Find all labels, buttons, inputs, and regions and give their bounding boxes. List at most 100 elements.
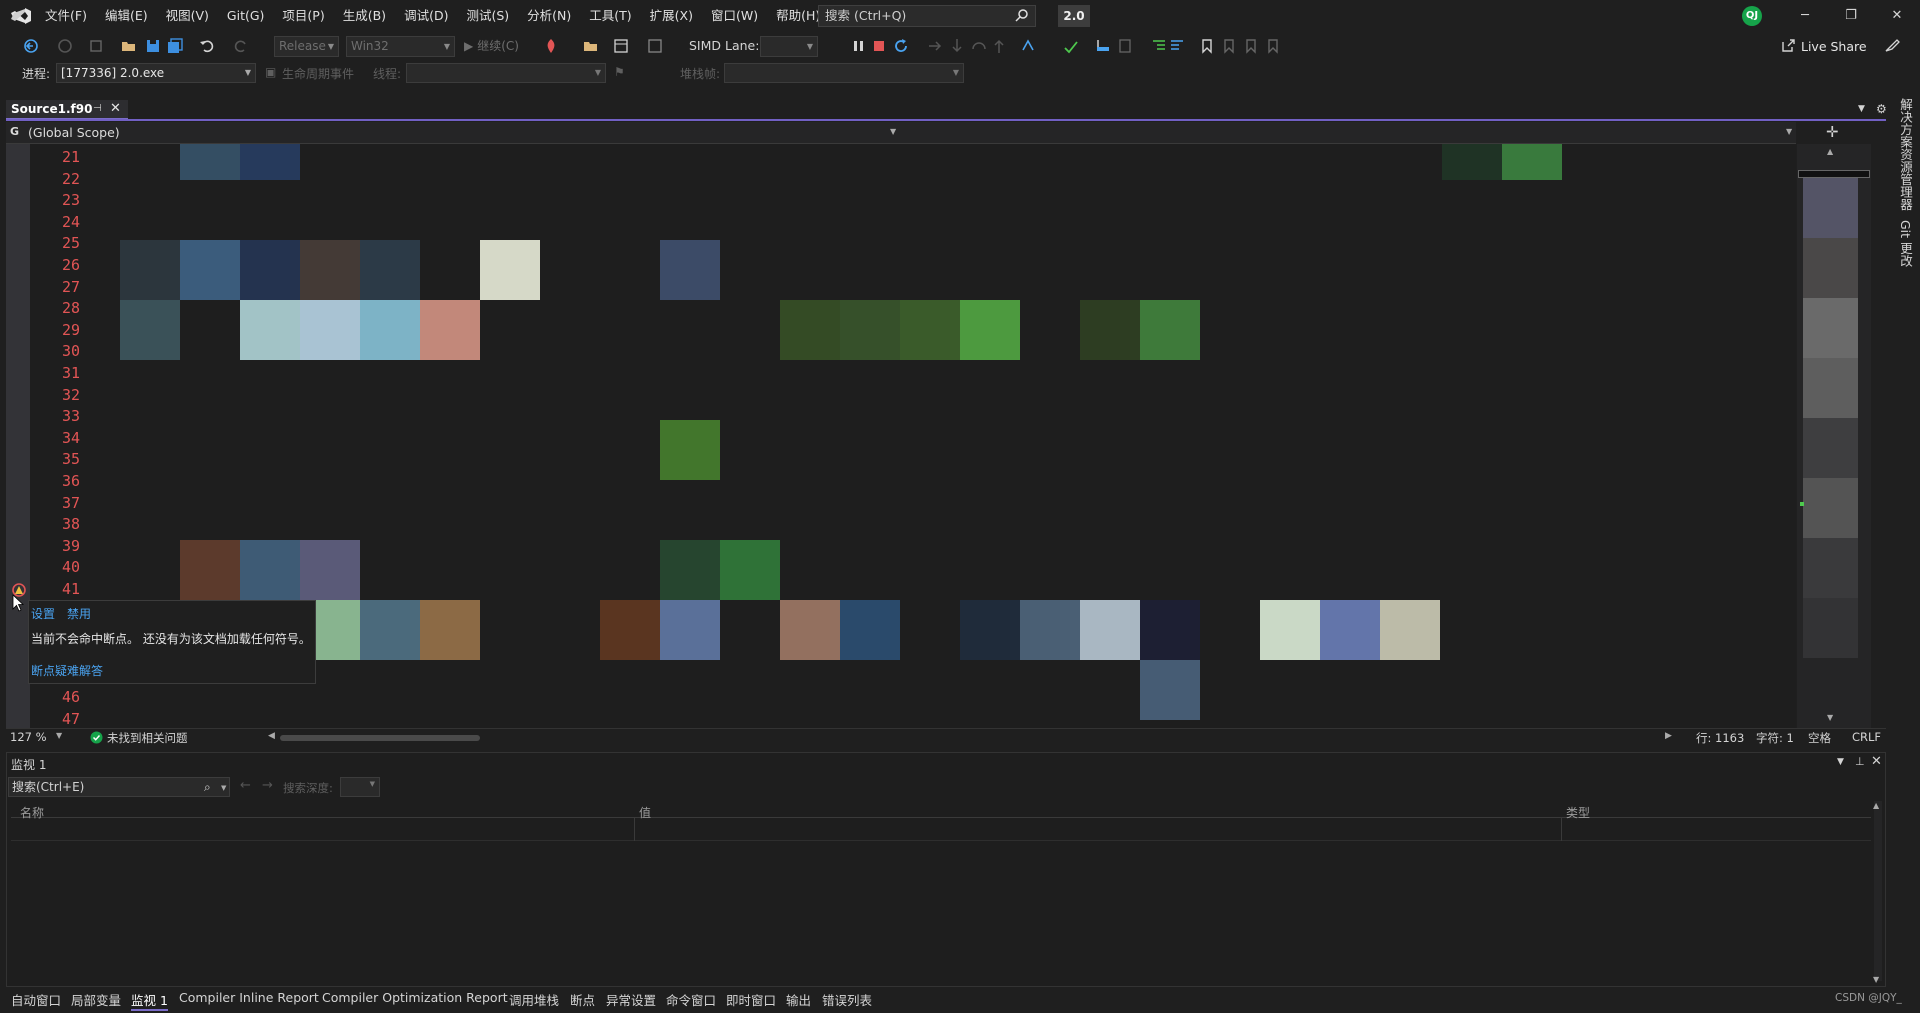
panel-pin-icon[interactable]: ⊥ xyxy=(1855,755,1865,768)
tab-locals[interactable]: 局部变量 xyxy=(71,990,121,1009)
menu-test[interactable]: 测试(S) xyxy=(457,4,518,28)
indent-icon[interactable] xyxy=(1150,37,1168,55)
breakpoint-troubleshoot-link[interactable]: 断点疑难解答 xyxy=(31,662,103,679)
scope-dropdown[interactable]: (Global Scope) xyxy=(28,125,120,140)
step-out-icon[interactable] xyxy=(990,37,1008,55)
global-search-box[interactable]: 搜索 (Ctrl+Q) xyxy=(818,5,1036,27)
hex-display-icon[interactable] xyxy=(1020,37,1038,55)
continue-button[interactable]: ▶ 继续(C) xyxy=(464,37,519,54)
breakpoint-settings-link[interactable]: 设置 xyxy=(31,605,55,622)
visual-studio-logo-icon[interactable] xyxy=(10,7,32,25)
horizontal-scroll-thumb[interactable] xyxy=(280,735,480,741)
menu-debug[interactable]: 调试(D) xyxy=(395,4,457,28)
close-window-button[interactable]: ✕ xyxy=(1874,0,1920,32)
char-position[interactable]: 字符: 1 xyxy=(1756,730,1794,746)
whitespace-mode[interactable]: 空格 xyxy=(1808,730,1831,746)
solution-config-badge[interactable]: 2.0 xyxy=(1058,5,1090,27)
tab-command-window[interactable]: 命令窗口 xyxy=(666,990,716,1009)
restart-icon[interactable] xyxy=(892,37,910,55)
live-share-button[interactable]: Live Share xyxy=(1780,38,1867,54)
undo-icon[interactable] xyxy=(198,37,216,55)
search-depth-dropdown[interactable]: ▼ xyxy=(340,777,380,797)
zoom-level[interactable]: 127 % xyxy=(10,730,47,744)
menu-build[interactable]: 生成(B) xyxy=(334,4,395,28)
step-over-icon[interactable] xyxy=(970,37,988,55)
thread-dropdown[interactable]: ▼ xyxy=(406,63,606,83)
stack-frame-dropdown[interactable]: ▼ xyxy=(724,63,964,83)
lifecycle-events-icon[interactable]: ▣ xyxy=(265,65,276,79)
minimize-button[interactable]: ─ xyxy=(1782,0,1828,32)
tab-exception-settings[interactable]: 异常设置 xyxy=(606,990,656,1009)
search-icon[interactable]: ⌕ xyxy=(204,778,211,796)
line-ending[interactable]: CRLF xyxy=(1852,730,1881,744)
panel-close-icon[interactable]: ✕ xyxy=(1871,754,1882,769)
line-position[interactable]: 行: 1163 xyxy=(1696,730,1744,746)
forward-navigate-icon[interactable] xyxy=(56,37,74,55)
step-into-icon[interactable] xyxy=(948,37,966,55)
column-header-name[interactable]: 名称 xyxy=(20,804,44,821)
watch-scroll-up-icon[interactable]: ▲ xyxy=(1873,801,1879,810)
redo-icon[interactable] xyxy=(232,37,250,55)
menu-project[interactable]: 项目(P) xyxy=(273,4,333,28)
flag-threads-icon[interactable] xyxy=(1116,37,1134,55)
watch-empty-row[interactable] xyxy=(11,840,1871,841)
tab-list-dropdown-icon[interactable]: ▼ xyxy=(1858,104,1865,114)
close-tab-icon[interactable]: ✕ xyxy=(110,101,121,116)
browse-folder-icon[interactable] xyxy=(582,37,600,55)
panel-menu-dropdown-icon[interactable]: ▼ xyxy=(1837,757,1844,767)
tab-breakpoints[interactable]: 断点 xyxy=(570,990,595,1009)
scope-dropdown-arrow-icon[interactable]: ▼ xyxy=(890,127,896,136)
gear-icon[interactable]: ⚙ xyxy=(1876,102,1887,116)
column-header-value[interactable]: 值 xyxy=(639,804,651,821)
hscroll-left-icon[interactable]: ◀ xyxy=(268,731,275,741)
menu-git[interactable]: Git(G) xyxy=(218,4,274,28)
tab-immediate-window[interactable]: 即时窗口 xyxy=(726,990,776,1009)
save-icon[interactable] xyxy=(144,37,162,55)
menu-analyze[interactable]: 分析(N) xyxy=(518,4,580,28)
hscroll-right-icon[interactable]: ▶ xyxy=(1665,731,1672,741)
simd-lane-dropdown[interactable]: ▼ xyxy=(760,36,818,57)
back-navigate-icon[interactable] xyxy=(22,37,40,55)
prev-bookmark-icon[interactable] xyxy=(1220,37,1238,55)
search-forward-icon[interactable]: → xyxy=(262,778,273,793)
window-layout-icon[interactable] xyxy=(612,37,630,55)
diagnostic-tools-icon[interactable] xyxy=(646,37,664,55)
hot-reload-icon[interactable] xyxy=(542,37,560,55)
column-header-type[interactable]: 类型 xyxy=(1566,804,1590,821)
clear-bookmarks-icon[interactable] xyxy=(1264,37,1282,55)
flag-icon[interactable]: ⚑ xyxy=(614,65,625,79)
tab-compiler-inline-report[interactable]: Compiler Inline Report xyxy=(179,990,319,1005)
pin-icon[interactable]: ⊣ xyxy=(93,103,102,114)
menu-extensions[interactable]: 扩展(X) xyxy=(641,4,702,28)
show-next-statement-icon[interactable] xyxy=(926,37,944,55)
scroll-up-arrow-icon[interactable]: ▲ xyxy=(1827,147,1833,156)
thread-marker-icon[interactable] xyxy=(1094,37,1112,55)
tab-source1-f90[interactable]: Source1.f90 ⊣ ✕ xyxy=(6,100,128,120)
zoom-dropdown-icon[interactable]: ▼ xyxy=(56,731,62,740)
platform-dropdown[interactable]: Win32 ▼ xyxy=(346,36,455,57)
tab-call-stack[interactable]: 调用堆栈 xyxy=(509,990,559,1009)
tab-compiler-optimization-report[interactable]: Compiler Optimization Report xyxy=(322,990,508,1005)
spell-check-icon[interactable] xyxy=(1062,37,1080,55)
watch-search-input[interactable]: 搜索(Ctrl+E) ⌕ ▼ xyxy=(8,777,230,797)
configuration-dropdown[interactable]: Release ▼ xyxy=(274,36,339,57)
pause-icon[interactable] xyxy=(850,37,868,55)
tab-autos[interactable]: 自动窗口 xyxy=(11,990,61,1009)
tab-watch-1[interactable]: 监视 1 xyxy=(131,990,168,1011)
stop-icon[interactable] xyxy=(870,37,888,55)
new-item-icon[interactable] xyxy=(88,37,106,55)
search-back-icon[interactable]: ← xyxy=(240,778,251,793)
git-changes-tab[interactable]: Git 更改 xyxy=(1896,220,1915,267)
restore-button[interactable]: ❐ xyxy=(1828,0,1874,32)
tab-output[interactable]: 输出 xyxy=(786,990,811,1009)
breakpoint-disable-link[interactable]: 禁用 xyxy=(67,605,91,622)
column-divider[interactable] xyxy=(634,817,635,841)
lifecycle-events-label[interactable]: 生命周期事件 xyxy=(282,65,354,82)
search-options-dropdown-icon[interactable]: ▼ xyxy=(221,779,226,797)
open-file-icon[interactable] xyxy=(120,37,138,55)
bookmark-icon[interactable] xyxy=(1198,37,1216,55)
menu-file[interactable]: 文件(F) xyxy=(36,4,96,28)
scroll-down-arrow-icon[interactable]: ▼ xyxy=(1827,713,1833,722)
watch-vertical-scrollbar[interactable] xyxy=(1874,801,1882,981)
breakpoint-margin[interactable] xyxy=(6,144,30,729)
